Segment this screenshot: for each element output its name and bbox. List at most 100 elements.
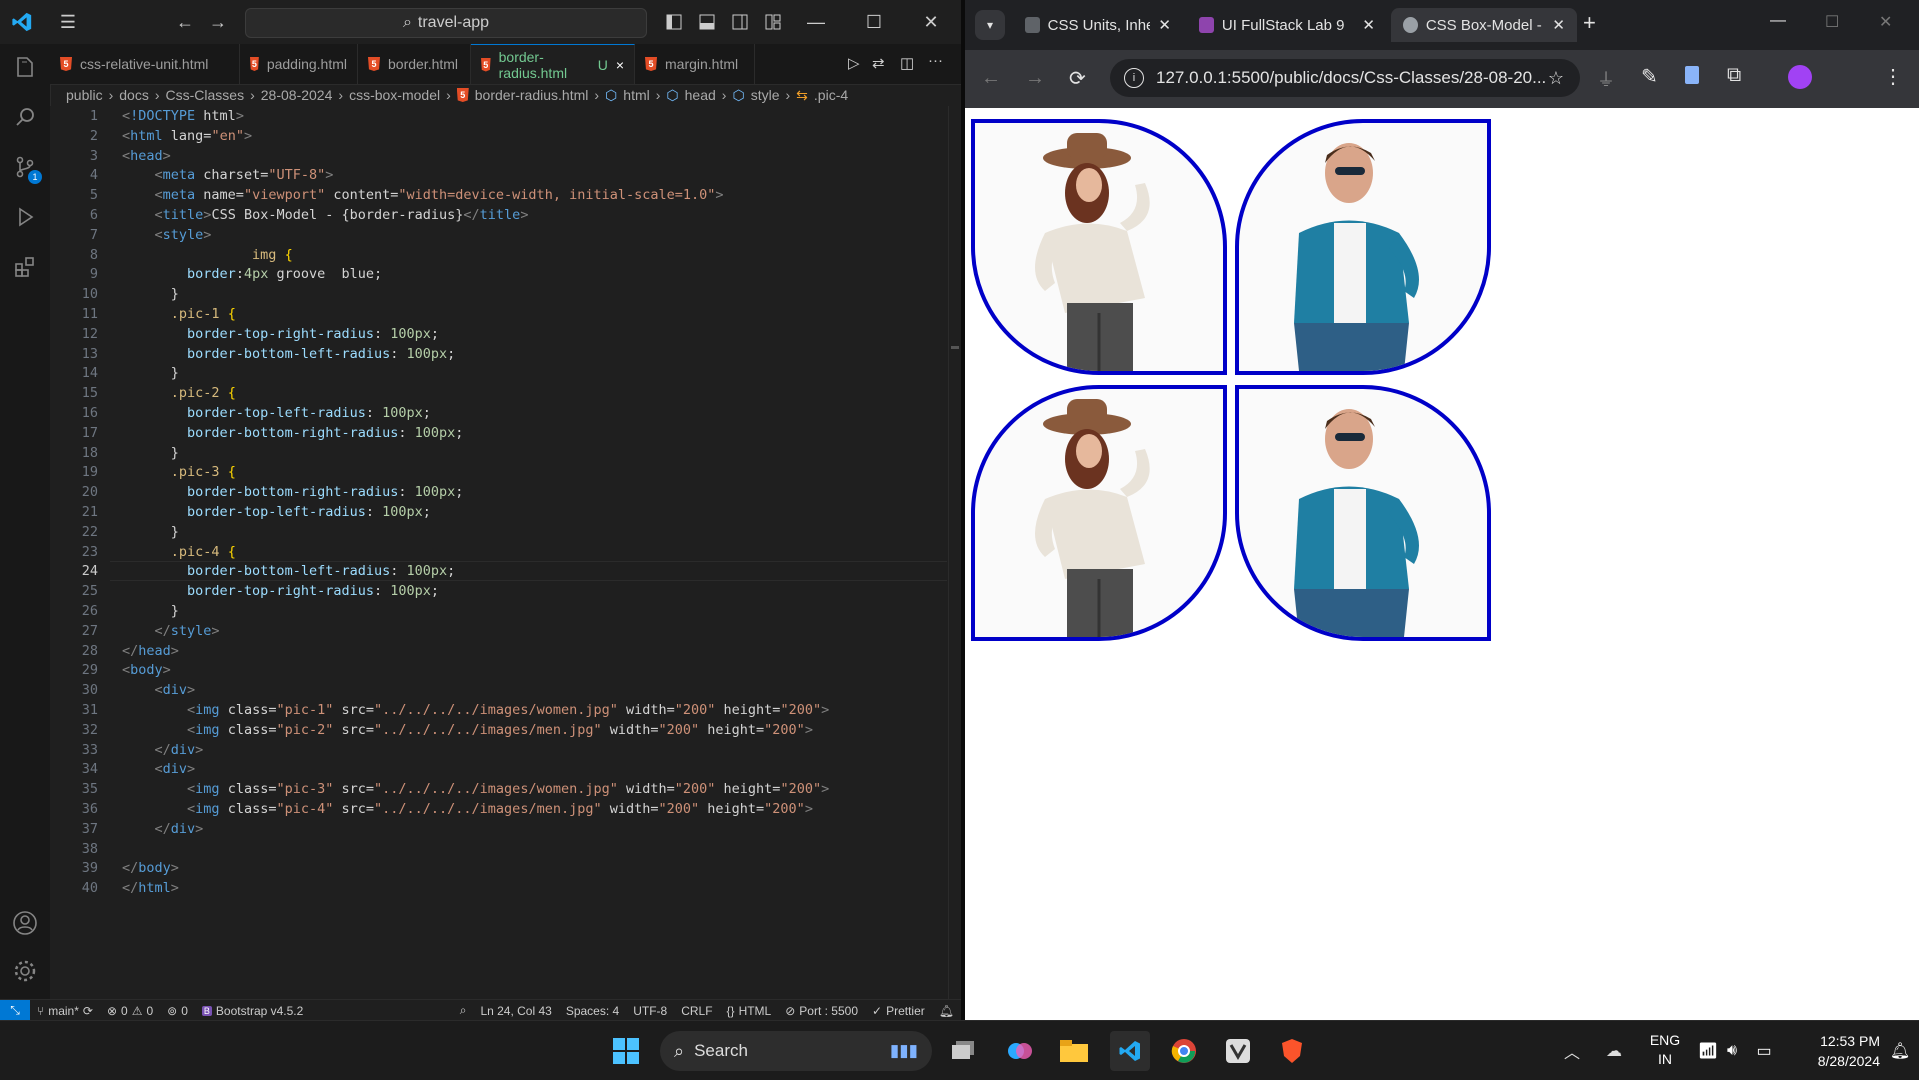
toggle-primary-sidebar-icon[interactable] bbox=[660, 8, 688, 36]
run-icon[interactable]: ▷ bbox=[848, 54, 860, 72]
bookmark-star-icon[interactable]: ☆ bbox=[1548, 68, 1564, 89]
end-of-line[interactable]: CRLF bbox=[674, 1004, 719, 1018]
error-icon: ⊗ bbox=[106, 1003, 118, 1018]
language-mode[interactable]: {} HTML bbox=[720, 1004, 779, 1018]
forward-arrow-icon[interactable]: → bbox=[1025, 67, 1045, 90]
tab-border-radius[interactable]: 5 border-radius.html U × bbox=[471, 44, 635, 84]
breadcrumb-item[interactable]: style bbox=[751, 87, 780, 103]
breadcrumb-item[interactable]: Css-Classes bbox=[166, 87, 245, 103]
vscode-window: ☰ ← → ⌕ travel-app — ☐ ✕ 1 5 css-relative… bbox=[0, 0, 961, 1021]
split-editor-icon[interactable]: ◫ bbox=[900, 54, 914, 72]
encoding[interactable]: UTF-8 bbox=[626, 1004, 674, 1018]
forward-arrow-icon[interactable]: → bbox=[204, 8, 232, 36]
minimize-icon[interactable]: — bbox=[1770, 12, 1786, 30]
task-view-icon[interactable] bbox=[944, 1031, 984, 1071]
tab-close-icon[interactable]: × bbox=[616, 57, 624, 73]
reload-icon[interactable]: ⟳ bbox=[1069, 66, 1086, 91]
bell-icon[interactable]: 🔔︎ bbox=[932, 1004, 961, 1018]
breadcrumb-item[interactable]: head bbox=[685, 87, 716, 103]
chrome-tab-label: UI FullStack Lab 9 bbox=[1221, 16, 1345, 34]
breadcrumb-item[interactable]: 28-08-2024 bbox=[261, 87, 333, 103]
tab-padding[interactable]: 5 padding.html bbox=[240, 44, 358, 84]
breadcrumb-item[interactable]: .pic-4 bbox=[814, 87, 848, 103]
extensions-icon[interactable] bbox=[8, 250, 42, 284]
source-control-icon[interactable]: 1 bbox=[8, 150, 42, 184]
minimize-icon[interactable]: — bbox=[802, 8, 830, 36]
manage-gear-icon[interactable] bbox=[8, 954, 42, 988]
live-server-status[interactable]: ⊘ Port : 5500 bbox=[778, 1004, 865, 1018]
back-arrow-icon[interactable]: ← bbox=[981, 67, 1001, 90]
file-explorer-icon[interactable] bbox=[1054, 1031, 1094, 1071]
code-line: border-top-left-radius: 100px; bbox=[187, 504, 431, 520]
extension-icon[interactable]: ⏚ bbox=[1597, 66, 1615, 92]
tab-border[interactable]: 5 border.html bbox=[358, 44, 471, 84]
run-debug-icon[interactable] bbox=[8, 200, 42, 234]
breadcrumb-item[interactable]: border-radius.html bbox=[475, 87, 589, 103]
maximize-icon[interactable]: ☐ bbox=[860, 8, 888, 36]
indentation[interactable]: Spaces: 4 bbox=[559, 1004, 626, 1018]
search-icon[interactable] bbox=[8, 100, 42, 134]
vertical-scrollbar[interactable] bbox=[948, 106, 961, 999]
color-picker-icon[interactable]: ✎ bbox=[1641, 64, 1658, 89]
command-center[interactable]: ⌕ travel-app bbox=[245, 8, 647, 38]
onedrive-icon[interactable]: ☁ bbox=[1594, 1031, 1634, 1071]
new-tab-plus-icon[interactable]: + bbox=[1583, 10, 1596, 36]
app-taskbar-icon[interactable] bbox=[1218, 1031, 1258, 1071]
code-editor[interactable]: 1 <!DOCTYPE html> 2 <html lang="en"> 3 <head>… bbox=[50, 106, 961, 999]
copy-extension-icon[interactable] bbox=[1685, 66, 1699, 84]
cursor-position[interactable]: Ln 24, Col 43 bbox=[473, 1004, 558, 1018]
vscode-taskbar-icon[interactable] bbox=[1110, 1031, 1150, 1071]
address-bar[interactable]: i 127.0.0.1:5500/public/docs/Css-Classes… bbox=[1110, 59, 1580, 97]
line-number: 37 bbox=[81, 820, 98, 837]
back-arrow-icon[interactable]: ← bbox=[171, 8, 199, 36]
breadcrumb-item[interactable]: css-box-model bbox=[349, 87, 440, 103]
taskbar-search[interactable]: ⌕ Search ▮▮▮ bbox=[660, 1031, 932, 1071]
windows-start-icon[interactable] bbox=[606, 1031, 646, 1071]
tab-search-chevron-icon[interactable]: ▾ bbox=[975, 10, 1005, 40]
bootstrap-status[interactable]: B Bootstrap v4.5.2 bbox=[195, 1004, 310, 1018]
clock[interactable]: 12:53 PM 8/28/2024 bbox=[1780, 1031, 1880, 1071]
site-info-icon[interactable]: i bbox=[1124, 68, 1144, 88]
problems-status[interactable]: ⊗ 0 ⚠ 0 bbox=[100, 1004, 160, 1018]
breadcrumb-item[interactable]: html bbox=[623, 87, 649, 103]
notifications-icon[interactable]: 🔔︎ bbox=[1880, 1031, 1919, 1071]
accounts-icon[interactable] bbox=[8, 906, 42, 940]
breadcrumb-item[interactable]: public bbox=[66, 87, 103, 103]
breadcrumb-item[interactable]: docs bbox=[119, 87, 149, 103]
chevron-up-icon[interactable]: ︿ bbox=[1552, 1031, 1592, 1071]
close-icon[interactable]: ✕ bbox=[1879, 12, 1892, 32]
tab-css-relative-unit[interactable]: 5 css-relative-unit.html bbox=[50, 44, 240, 84]
chrome-taskbar-icon[interactable] bbox=[1164, 1031, 1204, 1071]
toggle-secondary-sidebar-icon[interactable] bbox=[726, 8, 754, 36]
prettier-status[interactable]: ✓ Prettier bbox=[865, 1004, 932, 1018]
tab-label: border.html bbox=[388, 56, 459, 72]
chrome-menu-icon[interactable]: ⋮ bbox=[1883, 64, 1903, 89]
chrome-tab-ui-fullstack[interactable]: UI FullStack Lab 9 ✕ bbox=[1187, 8, 1387, 42]
zoom-icon[interactable]: ⌕ bbox=[453, 1003, 474, 1018]
chrome-tab-css-units[interactable]: CSS Units, Inherita ✕ bbox=[1013, 8, 1183, 42]
branch-status[interactable]: ⑂ main* ⟳ bbox=[30, 1004, 100, 1018]
compare-changes-icon[interactable]: ⇄ bbox=[872, 54, 885, 72]
explorer-icon[interactable] bbox=[8, 50, 42, 84]
language-indicator[interactable]: ENG IN bbox=[1645, 1031, 1685, 1069]
chrome-tab-css-box-model[interactable]: CSS Box-Model - {✕ bbox=[1391, 8, 1577, 42]
menu-icon[interactable]: ☰ bbox=[54, 8, 82, 36]
customize-layout-icon[interactable] bbox=[759, 8, 787, 36]
copilot-icon[interactable] bbox=[1000, 1031, 1040, 1071]
line-number: 5 bbox=[89, 187, 98, 204]
tab-close-icon[interactable]: ✕ bbox=[1362, 16, 1375, 34]
close-icon[interactable]: ✕ bbox=[917, 8, 945, 36]
toggle-panel-icon[interactable] bbox=[693, 8, 721, 36]
ports-status[interactable]: ⊚ 0 bbox=[160, 1004, 195, 1018]
tab-margin[interactable]: 5 margin.html bbox=[635, 44, 755, 84]
brave-taskbar-icon[interactable] bbox=[1272, 1031, 1312, 1071]
line-number: 28 bbox=[81, 642, 98, 659]
remote-icon[interactable]: ⤡ bbox=[0, 1000, 30, 1021]
profile-avatar[interactable] bbox=[1788, 65, 1812, 89]
maximize-icon[interactable]: ☐ bbox=[1825, 12, 1839, 32]
extensions-puzzle-icon[interactable]: ⧉ bbox=[1727, 64, 1741, 87]
tab-close-icon[interactable]: ✕ bbox=[1158, 16, 1171, 34]
tab-close-icon[interactable]: ✕ bbox=[1552, 16, 1565, 34]
more-actions-icon[interactable]: ··· bbox=[928, 52, 943, 69]
battery-icon[interactable]: ▭ bbox=[1744, 1031, 1784, 1071]
